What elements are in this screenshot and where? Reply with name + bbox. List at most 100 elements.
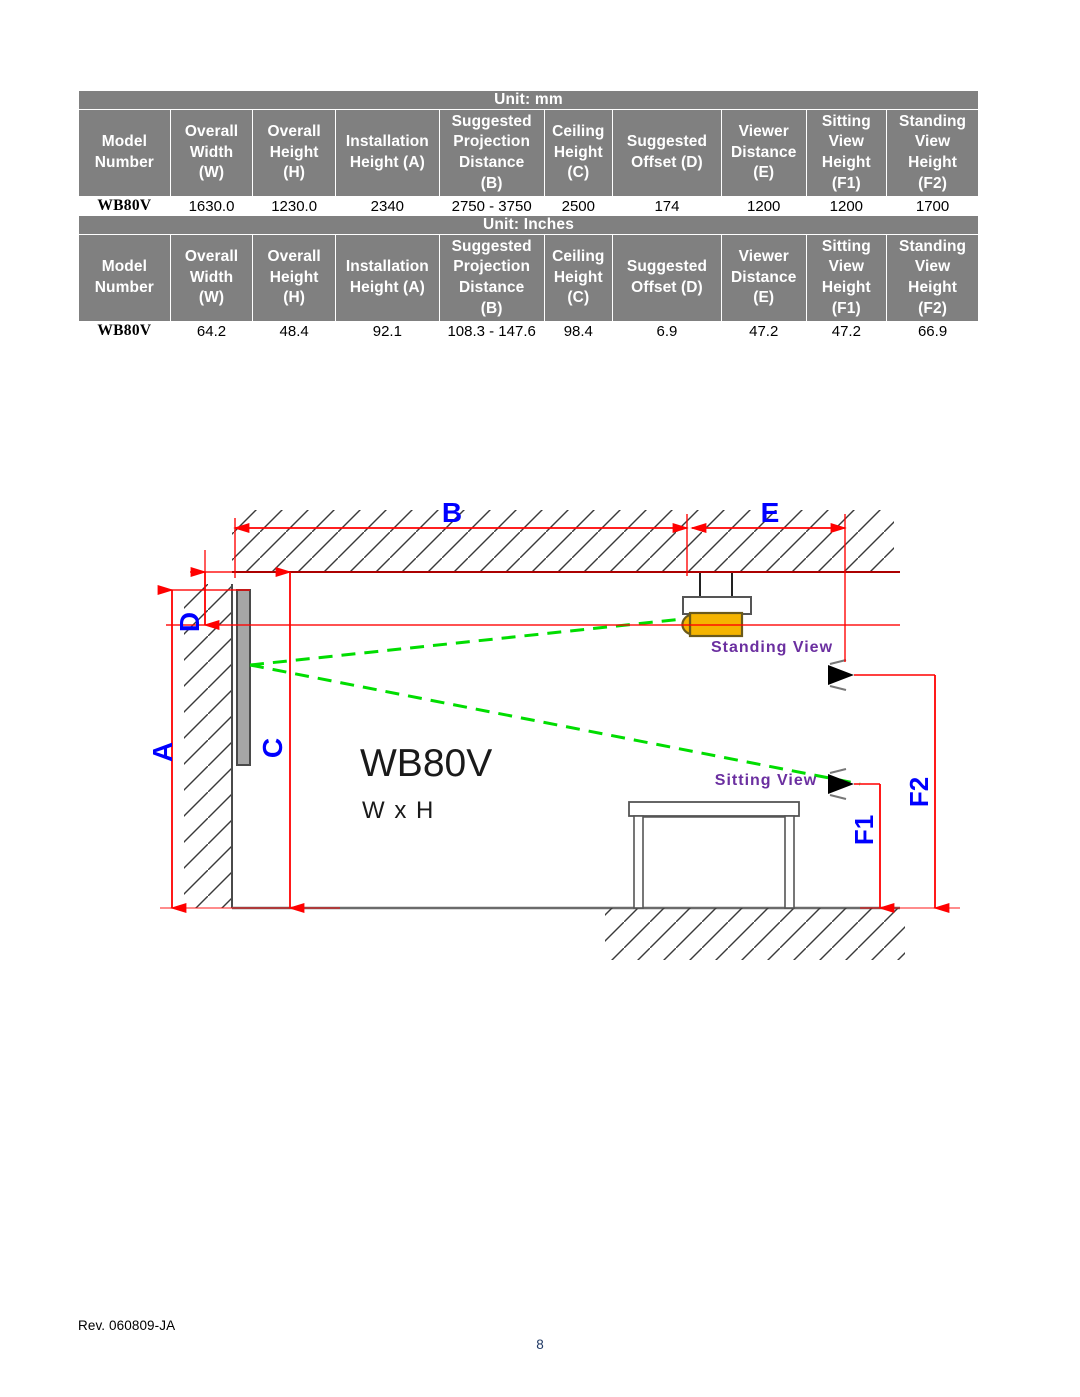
col-header-sitting-view-height: Sitting View Height (F1)	[805, 234, 888, 322]
header-line: Width	[189, 143, 234, 161]
sitting-viewer-icon	[828, 768, 854, 800]
header-line: Overall	[267, 123, 321, 141]
header-line: Offset (D)	[631, 279, 703, 296]
header-line: Model	[101, 133, 147, 151]
installation-diagram: B E A D C F1 F2 WB80V W x H Standing Vie…	[0, 480, 1080, 960]
col-header-installation-height: Installation Height (A)	[334, 234, 440, 322]
col-header-overall-width: Overall Width (W)	[169, 234, 254, 322]
cell-standing-view-height: 66.9	[886, 321, 979, 341]
header-line: (F1)	[831, 299, 861, 317]
desk-furniture	[628, 801, 800, 909]
col-header-overall-width: Overall Width (W)	[169, 109, 254, 197]
header-line: Standing	[899, 112, 967, 130]
header-line: (C)	[567, 289, 590, 307]
header-line: Suggested	[451, 237, 532, 255]
col-header-suggested-offset: Suggested Offset (D)	[612, 109, 722, 197]
col-header-standing-view-height: Standing View Height (F2)	[886, 109, 979, 197]
floor-structure	[232, 906, 905, 960]
footer-revision: Rev. 060809-JA	[78, 1318, 176, 1333]
header-line: (H)	[283, 289, 306, 307]
viewer-eye-markers	[828, 659, 854, 800]
header-line: Installation	[345, 258, 429, 276]
header-line: Sitting	[821, 237, 871, 255]
cell-overall-height: 1230.0	[252, 196, 336, 216]
board-model-title: WB80V	[360, 742, 492, 785]
col-header-installation-height: Installation Height (A)	[334, 109, 440, 197]
header-line: Height	[269, 143, 319, 161]
header-line: (C)	[567, 164, 590, 182]
projection-ray-bottom	[249, 663, 861, 786]
header-line: (F1)	[831, 174, 861, 192]
header-line: (F2)	[918, 299, 947, 317]
col-header-overall-height: Overall Height (H)	[252, 234, 336, 322]
header-line: (E)	[753, 164, 775, 182]
header-line: View	[828, 133, 865, 151]
header-line: Suggested	[626, 258, 708, 276]
col-header-standing-view-height: Standing View Height (F2)	[886, 234, 979, 322]
col-header-suggested-offset: Suggested Offset (D)	[612, 234, 722, 322]
header-line: Number	[94, 279, 154, 296]
header-line: (F2)	[918, 174, 947, 192]
header-line: (H)	[283, 164, 306, 182]
ceiling-structure	[232, 510, 900, 573]
dim-label-d: D	[174, 612, 205, 632]
header-line: Suggested	[626, 133, 708, 151]
spec-table-inches: Unit: Inches Model Number Overall Width …	[78, 215, 979, 341]
header-line: Projection	[453, 133, 531, 151]
header-line: Overall	[184, 248, 239, 266]
header-line: Ceiling	[552, 123, 605, 141]
board-labels: WB80V W x H	[360, 742, 492, 824]
standing-view-label: Standing View	[711, 639, 833, 656]
cell-model-number: WB80V	[78, 321, 171, 341]
unit-label-inches: Unit: Inches	[78, 215, 979, 235]
header-line: (W)	[198, 164, 225, 182]
header-line: Suggested	[451, 112, 532, 130]
col-header-ceiling-height: Ceiling Height (C)	[543, 109, 614, 197]
header-line: View	[914, 258, 951, 276]
header-line: Height	[821, 154, 871, 171]
header-line: Number	[94, 154, 154, 171]
header-line: Height	[553, 268, 603, 286]
dim-label-c: C	[257, 738, 288, 758]
header-line: Model	[101, 258, 147, 276]
header-line: Viewer	[738, 123, 789, 141]
cell-overall-width: 1630.0	[169, 196, 254, 216]
unit-label-row-mm: Unit: mm	[78, 90, 979, 110]
cell-suggested-offset: 6.9	[612, 321, 722, 341]
header-row-mm: Model Number Overall Width (W) Overall H…	[78, 109, 979, 197]
dim-label-a: A	[147, 742, 178, 762]
header-line: Standing	[899, 237, 967, 255]
col-header-projection-distance: Suggested Projection Distance (B)	[438, 234, 545, 322]
whiteboard-screen	[236, 589, 251, 766]
header-line: Offset (D)	[631, 154, 703, 171]
header-row-inches: Model Number Overall Width (W) Overall H…	[78, 234, 979, 322]
dimension-lines	[157, 514, 960, 914]
cell-viewer-distance: 1200	[720, 196, 807, 216]
col-header-viewer-distance: Viewer Distance (E)	[720, 109, 807, 197]
header-line: Distance	[458, 279, 525, 296]
ceiling-mount-projector	[681, 572, 752, 638]
footer-page-number: 8	[536, 1337, 544, 1352]
header-line: Distance	[458, 154, 525, 171]
col-header-viewer-distance: Viewer Distance (E)	[720, 234, 807, 322]
dim-label-e: E	[761, 497, 780, 528]
header-line: Height (A)	[349, 279, 425, 296]
cell-installation-height: 2340	[334, 196, 440, 216]
header-line: Sitting	[821, 112, 871, 130]
header-line: Overall	[267, 248, 321, 266]
header-line: Width	[189, 268, 234, 286]
cell-ceiling-height: 2500	[543, 196, 614, 216]
header-line: Height	[553, 143, 603, 161]
cell-overall-width: 64.2	[169, 321, 254, 341]
sitting-view-label: Sitting View	[715, 772, 817, 789]
cell-sitting-view-height: 47.2	[805, 321, 888, 341]
header-line: Distance	[731, 143, 797, 161]
cell-ceiling-height: 98.4	[543, 321, 614, 341]
header-line: (B)	[480, 299, 503, 317]
table-row: WB80V 64.2 48.4 92.1 108.3 - 147.6 98.4 …	[78, 321, 979, 341]
header-line: Ceiling	[552, 248, 605, 266]
unit-label-row-inches: Unit: Inches	[78, 215, 979, 235]
cell-sitting-view-height: 1200	[805, 196, 888, 216]
header-line: Projection	[453, 258, 531, 276]
col-header-sitting-view-height: Sitting View Height (F1)	[805, 109, 888, 197]
